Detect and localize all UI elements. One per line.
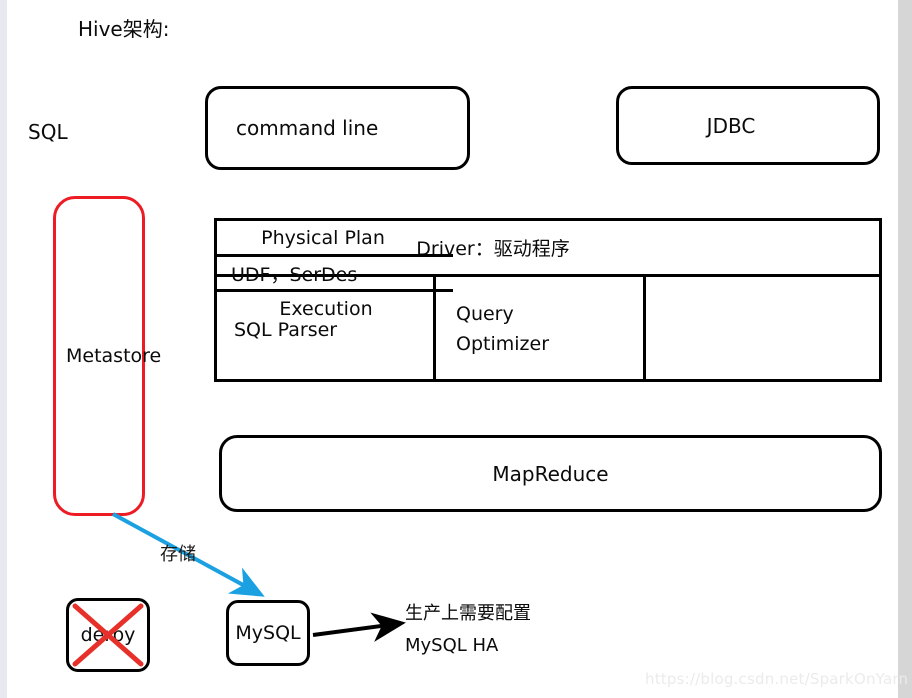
node-jdbc[interactable]: JDBC: [616, 86, 880, 165]
driver-cell-query-optimizer[interactable]: Query Optimizer: [436, 277, 646, 382]
node-command-line[interactable]: command line: [205, 86, 470, 170]
driver-right-column: Physical Plan UDF，SerDes Execution: [217, 221, 453, 326]
node-mysql-label: MySQL: [235, 622, 301, 644]
driver-cell-udf-serdes[interactable]: UDF，SerDes: [217, 257, 453, 292]
production-note-line1: 生产上需要配置: [405, 603, 531, 624]
driver-cell-execution[interactable]: Execution: [217, 292, 453, 326]
driver-cell-udf-serdes-label: UDF，SerDes: [231, 263, 358, 286]
node-metastore[interactable]: Metastore: [53, 196, 161, 516]
page-edge-left: [0, 0, 7, 698]
arrow-label-storage: 存储: [160, 544, 196, 565]
driver-cell-physical-plan-label: Physical Plan: [261, 226, 385, 249]
driver-cell-physical-plan[interactable]: Physical Plan: [217, 221, 453, 257]
driver-cell-query-optimizer-line1: Query: [456, 303, 514, 326]
node-mapreduce[interactable]: MapReduce: [219, 435, 882, 512]
node-command-line-label: command line: [236, 116, 379, 140]
production-note: 生产上需要配置 MySQL HA: [405, 598, 531, 661]
node-mysql[interactable]: MySQL: [226, 600, 310, 666]
diagram-canvas: Hive架构: SQL command line JDBC Metastore …: [0, 0, 912, 698]
driver-table: Driver：驱动程序 SQL Parser Query Optimizer P…: [214, 218, 882, 382]
node-jdbc-label: JDBC: [706, 113, 756, 138]
driver-cell-query-optimizer-line2: Optimizer: [456, 332, 550, 355]
node-derby-label: derby: [80, 624, 136, 646]
page-title: Hive架构:: [78, 17, 170, 41]
node-metastore-label: Metastore: [66, 345, 162, 367]
watermark: https://blog.csdn.net/SparkOnYarn: [645, 670, 909, 688]
arrow-mysql-to-note: [312, 612, 406, 642]
driver-cell-execution-label: Execution: [279, 298, 373, 320]
sql-input-label: SQL: [28, 120, 68, 144]
node-mapreduce-label: MapReduce: [492, 461, 609, 486]
production-note-line2: MySQL HA: [405, 634, 499, 656]
node-derby[interactable]: derby: [66, 598, 150, 672]
page-edge-right: [898, 0, 912, 698]
